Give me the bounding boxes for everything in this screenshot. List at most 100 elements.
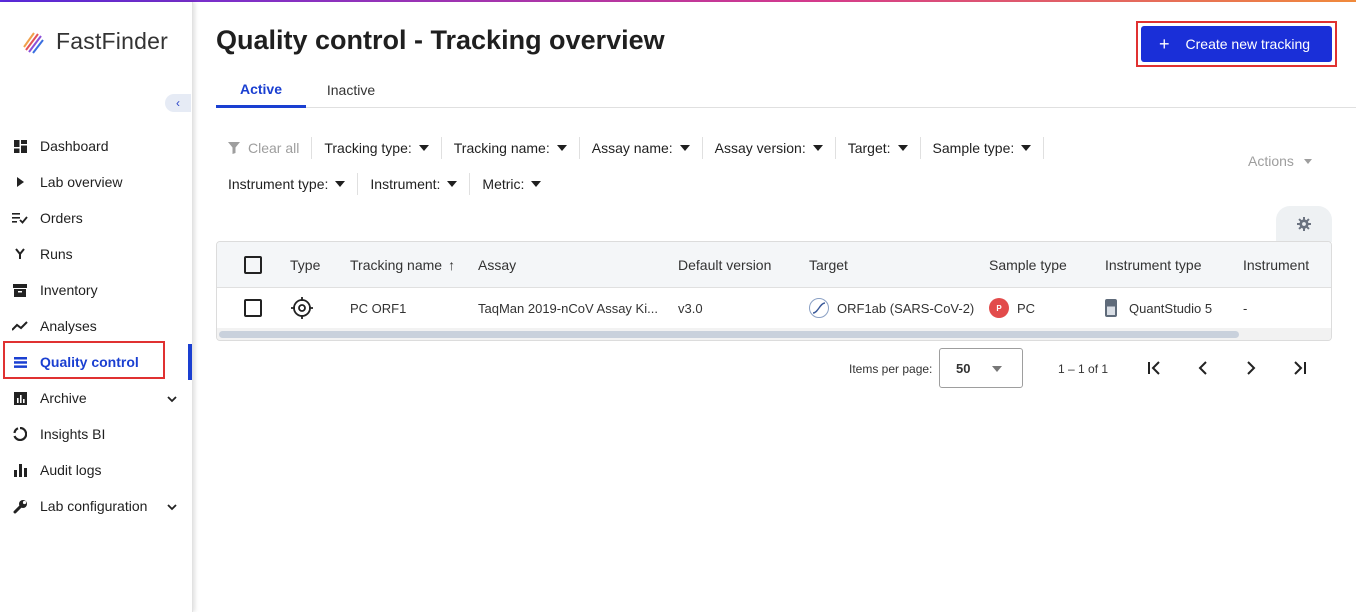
column-header-assay[interactable]: Assay (478, 242, 516, 287)
app-name: FastFinder (56, 28, 168, 54)
column-settings-button[interactable] (1276, 206, 1332, 242)
caret-down-icon (335, 181, 346, 187)
first-page-icon (1147, 361, 1163, 375)
orders-list-icon (12, 210, 28, 226)
column-header-target[interactable]: Target (809, 242, 848, 287)
bar-chart-icon (12, 462, 28, 478)
filter-assay-version[interactable]: Assay version: (703, 137, 836, 159)
actions-label: Actions (1248, 153, 1294, 169)
sidebar: FastFinder ‹ Dashboard Lab overview Orde… (0, 2, 193, 612)
last-page-button[interactable] (1287, 356, 1311, 380)
caret-down-icon (556, 145, 567, 151)
sidebar-item-audit-logs[interactable]: Audit logs (0, 452, 193, 488)
filter-instrument-type[interactable]: Instrument type: (216, 173, 359, 195)
wrench-icon (12, 498, 28, 514)
sample-type-badge: P (989, 298, 1009, 318)
create-new-tracking-button[interactable]: + Create new tracking (1141, 26, 1332, 62)
column-header-sample-type[interactable]: Sample type (989, 242, 1067, 287)
chevron-left-icon (1198, 361, 1208, 375)
inventory-box-icon (12, 282, 28, 298)
first-page-button[interactable] (1143, 356, 1167, 380)
filter-tracking-name[interactable]: Tracking name: (442, 137, 580, 159)
sidebar-item-lab-overview[interactable]: Lab overview (0, 164, 193, 200)
actions-menu[interactable]: Actions (1248, 153, 1312, 169)
sidebar-item-dashboard[interactable]: Dashboard (0, 128, 193, 164)
filter-tracking-type[interactable]: Tracking type: (312, 137, 442, 159)
column-header-instrument[interactable]: Instrument (1243, 242, 1309, 287)
sort-ascending-icon: ↑ (448, 256, 456, 273)
default-version-cell: v3.0 (678, 300, 703, 316)
filter-assay-name[interactable]: Assay name: (580, 137, 703, 159)
filter-instrument[interactable]: Instrument: (358, 173, 471, 195)
tab-active[interactable]: Active (216, 72, 306, 108)
sidebar-item-label: Insights BI (40, 426, 106, 442)
column-header-instrument-type[interactable]: Instrument type (1105, 242, 1202, 287)
row-checkbox[interactable] (244, 299, 262, 317)
select-all-cell (244, 242, 262, 287)
filter-bar: Clear all Tracking type: Tracking name: … (216, 130, 1116, 202)
sample-type-label: PC (1017, 300, 1036, 316)
sidebar-item-quality-control[interactable]: Quality control (0, 344, 193, 380)
sidebar-item-label: Audit logs (40, 462, 102, 478)
clear-all-filters-button[interactable]: Clear all (216, 137, 313, 159)
tracking-name-cell[interactable]: PC ORF1 (350, 288, 406, 328)
sidebar-item-lab-configuration[interactable]: Lab configuration (0, 488, 193, 524)
caret-down-icon (679, 145, 690, 151)
paginator: Items per page: 50 1 – 1 of 1 (843, 348, 1333, 388)
horizontal-scrollbar[interactable] (217, 328, 1331, 340)
table-row[interactable]: PC ORF1 TaqMan 2019-nCoV Assay Ki... v3.… (217, 288, 1331, 328)
filter-label: Assay version: (714, 140, 806, 156)
column-header-tracking-name[interactable]: Tracking name ↑ (350, 242, 455, 287)
previous-page-button[interactable] (1191, 356, 1215, 380)
sidebar-collapse-button[interactable]: ‹ (165, 94, 191, 112)
filter-metric[interactable]: Metric: (470, 173, 553, 195)
filter-target[interactable]: Target: (836, 137, 921, 159)
filter-label: Sample type: (932, 140, 1015, 156)
items-per-page-select[interactable]: 50 (939, 348, 1023, 388)
instrument-type-label: QuantStudio 5 (1129, 300, 1213, 316)
sidebar-item-label: Analyses (40, 318, 97, 334)
tab-inactive[interactable]: Inactive (306, 72, 396, 108)
caret-down-icon (418, 145, 429, 151)
filter-label: Instrument type: (228, 176, 329, 192)
next-page-button[interactable] (1239, 356, 1263, 380)
column-header-default-version[interactable]: Default version (678, 242, 771, 287)
trend-line-icon (12, 318, 28, 334)
clear-all-label: Clear all (248, 140, 300, 156)
caret-down-icon (1021, 145, 1032, 151)
app-logo[interactable]: FastFinder (20, 28, 168, 55)
tracking-table: Type Tracking name ↑ Assay Default versi… (216, 241, 1332, 341)
target-label: ORF1ab (SARS-CoV-2) (837, 300, 975, 316)
create-button-label: Create new tracking (1185, 36, 1311, 52)
items-per-page-label: Items per page: (849, 362, 933, 376)
instrument-device-icon (1105, 299, 1117, 317)
archive-chart-icon (12, 390, 28, 406)
column-header-type[interactable]: Type (290, 242, 320, 287)
sidebar-item-insights-bi[interactable]: Insights BI (0, 416, 193, 452)
chevron-down-icon[interactable] (167, 499, 177, 515)
assay-cell: TaqMan 2019-nCoV Assay Ki... (478, 300, 658, 316)
sample-type-cell: P PC (989, 288, 1035, 328)
dashboard-icon (12, 138, 28, 154)
filter-sample-type[interactable]: Sample type: (921, 137, 1045, 159)
chevron-left-icon: ‹ (176, 96, 180, 110)
chevron-right-icon (1246, 361, 1256, 375)
insights-ring-icon (12, 426, 28, 442)
chevron-down-icon[interactable] (167, 391, 177, 407)
target-cell: ORF1ab (SARS-CoV-2) (809, 288, 974, 328)
scrollbar-thumb[interactable] (219, 331, 1239, 338)
play-arrow-icon (12, 174, 28, 190)
sidebar-item-label: Lab overview (40, 174, 123, 190)
sidebar-item-orders[interactable]: Orders (0, 200, 193, 236)
last-page-icon (1291, 361, 1307, 375)
page-range-label: 1 – 1 of 1 (1058, 362, 1109, 376)
select-all-checkbox[interactable] (244, 255, 262, 274)
sidebar-item-runs[interactable]: Runs (0, 236, 193, 272)
sidebar-nav: Dashboard Lab overview Orders Runs Inven… (0, 128, 193, 524)
filter-label: Metric: (482, 176, 525, 192)
sidebar-item-archive[interactable]: Archive (0, 380, 193, 416)
sidebar-item-inventory[interactable]: Inventory (0, 272, 193, 308)
sidebar-item-label: Lab configuration (40, 498, 148, 514)
sidebar-item-analyses[interactable]: Analyses (0, 308, 193, 344)
filter-label: Tracking type: (324, 140, 412, 156)
